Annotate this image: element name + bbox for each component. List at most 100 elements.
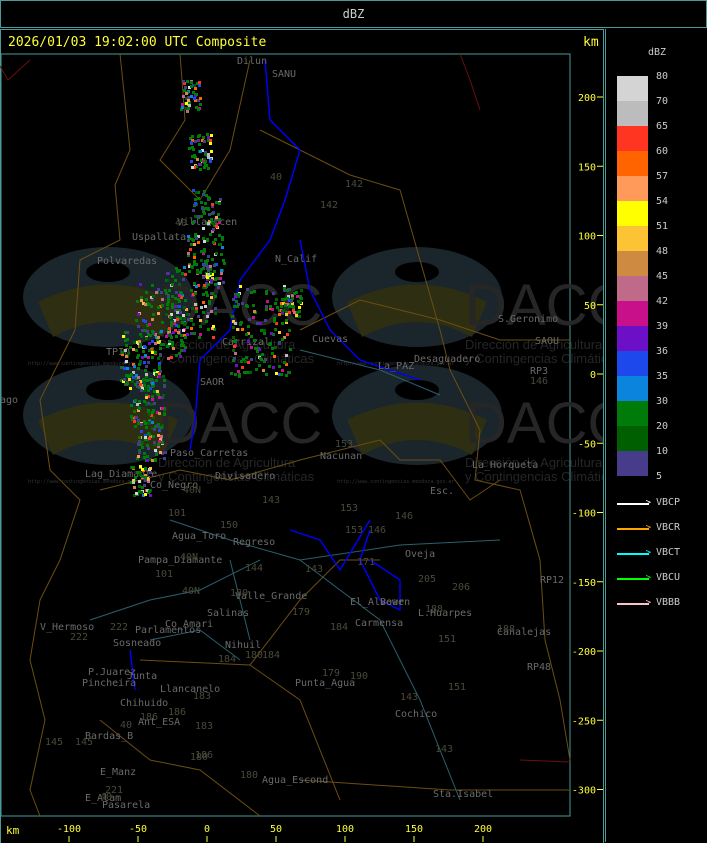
radar-echo (183, 306, 186, 309)
radar-echo (207, 153, 210, 156)
radar-echo (151, 356, 154, 359)
radar-echo (214, 307, 217, 310)
radar-echo (160, 426, 163, 429)
radar-echo (237, 370, 240, 373)
radar-echo (141, 356, 144, 359)
legend-value: 42 (656, 296, 669, 307)
radar-echo (199, 325, 202, 328)
radar-echo (272, 292, 275, 295)
radar-echo (247, 325, 250, 328)
radar-echo (144, 436, 147, 439)
place-label: La_PAZ (378, 361, 414, 372)
radar-echo (283, 287, 286, 290)
radar-echo (208, 300, 211, 303)
radar-echo (203, 240, 206, 243)
radar-echo (163, 385, 166, 388)
place-label: Carrizal (222, 337, 270, 348)
radar-echo (193, 282, 196, 285)
place-label: Bowen (380, 597, 410, 608)
radar-echo (200, 268, 203, 271)
place-label: Polvaredas (97, 256, 157, 267)
radar-echo (165, 292, 168, 295)
radar-echo (168, 340, 171, 343)
radar-echo (148, 323, 151, 326)
radar-echo (186, 333, 189, 336)
radar-echo (159, 347, 162, 350)
radar-echo (195, 285, 198, 288)
radar-echo (197, 135, 200, 138)
radar-echo (149, 471, 152, 474)
route-label: 186 (168, 707, 186, 718)
radar-echo (195, 263, 198, 266)
radar-echo (269, 305, 272, 308)
radar-echo (176, 311, 179, 314)
radar-echo (179, 311, 182, 314)
radar-echo (162, 375, 165, 378)
radar-echo (235, 300, 238, 303)
radar-echo (152, 295, 155, 298)
place-label: Desaguadero (414, 354, 480, 365)
radar-echo (194, 140, 197, 143)
radar-echo (129, 374, 132, 377)
radar-echo (190, 243, 193, 246)
route-label: 142 (345, 179, 363, 190)
radar-echo (145, 337, 148, 340)
legend-value: 80 (656, 71, 669, 82)
radar-echo (176, 318, 179, 321)
route-label: 184 (262, 650, 280, 661)
radar-echo (151, 398, 154, 401)
radar-echo (139, 383, 142, 386)
radar-echo (123, 367, 126, 370)
radar-map[interactable]: DACCDirección de Agriculturay Contingenc… (0, 0, 603, 842)
route-label: 40 (270, 172, 282, 183)
radar-echo (254, 347, 257, 350)
radar-echo (171, 275, 174, 278)
radar-echo (200, 259, 203, 262)
radar-echo (194, 202, 197, 205)
radar-echo (199, 97, 202, 100)
radar-echo (168, 334, 171, 337)
radar-echo (138, 451, 141, 454)
radar-echo (218, 234, 221, 237)
radar-echo (202, 227, 205, 230)
radar-echo (137, 419, 140, 422)
radar-echo (280, 305, 283, 308)
radar-echo (132, 466, 135, 469)
radar-echo (180, 339, 183, 342)
radar-echo (182, 278, 185, 281)
radar-echo (178, 294, 181, 297)
radar-echo (194, 235, 197, 238)
radar-echo (158, 440, 161, 443)
radar-echo (299, 296, 302, 299)
legend-swatch-80 (617, 76, 648, 101)
radar-echo (133, 486, 136, 489)
radar-echo (171, 295, 174, 298)
radar-echo (206, 133, 209, 136)
radar-echo (215, 252, 218, 255)
radar-echo (193, 243, 196, 246)
radar-echo (138, 407, 141, 410)
radar-echo (252, 316, 255, 319)
radar-echo (147, 361, 150, 364)
radar-echo (255, 368, 258, 371)
legend-value: 70 (656, 96, 669, 107)
radar-echo (232, 349, 235, 352)
radar-echo (245, 356, 248, 359)
radar-echo (141, 441, 144, 444)
radar-echo (160, 343, 163, 346)
radar-echo (210, 150, 213, 153)
radar-echo (213, 270, 216, 273)
radar-echo (153, 441, 156, 444)
radar-echo (144, 369, 147, 372)
place-label: S.Geronimo (498, 314, 558, 325)
route-label: 180 (240, 770, 258, 781)
radar-echo (174, 297, 177, 300)
radar-echo (265, 292, 268, 295)
radar-echo (221, 246, 224, 249)
radar-echo (158, 412, 161, 415)
radar-echo (183, 317, 186, 320)
x-axis-unit: km (6, 824, 20, 837)
radar-echo (166, 345, 169, 348)
radar-echo (258, 364, 261, 367)
radar-arrow-icon: > (617, 549, 651, 558)
